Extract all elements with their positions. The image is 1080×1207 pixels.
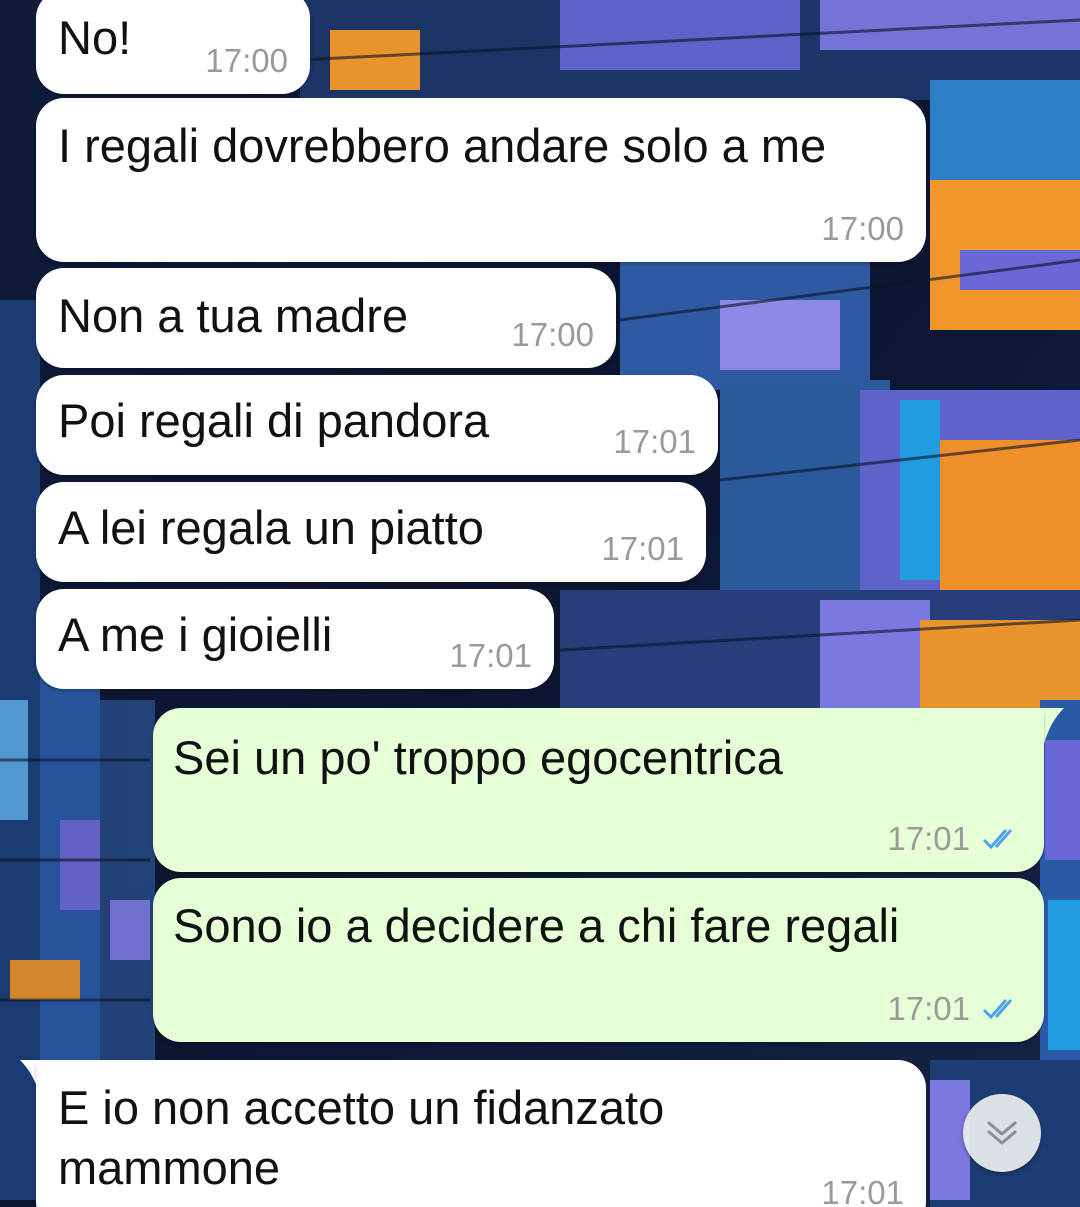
message-time: 17:01 bbox=[887, 990, 1022, 1028]
message-bubble-outgoing[interactable]: Sei un po' troppo egocentrica 17:01 bbox=[153, 708, 1044, 872]
chat-thread: No! 17:00 I regali dovrebbero andare sol… bbox=[0, 0, 1080, 1207]
chevron-double-down-icon bbox=[987, 1121, 1017, 1145]
message-time: 17:01 bbox=[887, 820, 1022, 858]
message-time: 17:00 bbox=[821, 210, 904, 247]
message-time: 17:01 bbox=[449, 637, 532, 674]
message-text: A lei regala un piatto bbox=[58, 501, 484, 554]
double-check-icon bbox=[982, 999, 1013, 1020]
message-bubble-incoming[interactable]: A lei regala un piatto 17:01 bbox=[36, 482, 706, 582]
message-text: E io non accetto un fidanzato mammone bbox=[58, 1081, 678, 1194]
message-time: 17:00 bbox=[205, 42, 288, 79]
message-bubble-incoming[interactable]: Non a tua madre 17:00 bbox=[36, 268, 616, 368]
message-text: Sono io a decidere a chi fare regali bbox=[173, 899, 900, 952]
message-bubble-incoming[interactable]: A me i gioielli 17:01 bbox=[36, 589, 554, 689]
message-text: Sei un po' troppo egocentrica bbox=[173, 731, 783, 784]
message-bubble-incoming[interactable]: E io non accetto un fidanzato mammone 17… bbox=[36, 1060, 926, 1207]
message-time: 17:01 bbox=[613, 423, 696, 460]
message-time: 17:01 bbox=[821, 1174, 904, 1207]
message-bubble-outgoing[interactable]: Sono io a decidere a chi fare regali 17:… bbox=[153, 878, 1044, 1042]
double-check-icon bbox=[982, 829, 1013, 850]
scroll-to-bottom-button[interactable] bbox=[963, 1094, 1041, 1172]
message-text: Poi regali di pandora bbox=[58, 394, 490, 447]
message-text: I regali dovrebbero andare solo a me bbox=[58, 119, 827, 172]
message-bubble-incoming[interactable]: I regali dovrebbero andare solo a me 17:… bbox=[36, 98, 926, 262]
message-bubble-incoming[interactable]: No! 17:00 bbox=[36, 0, 310, 94]
message-bubble-incoming[interactable]: Poi regali di pandora 17:01 bbox=[36, 375, 718, 475]
message-time: 17:01 bbox=[601, 530, 684, 567]
message-time: 17:00 bbox=[511, 316, 594, 353]
